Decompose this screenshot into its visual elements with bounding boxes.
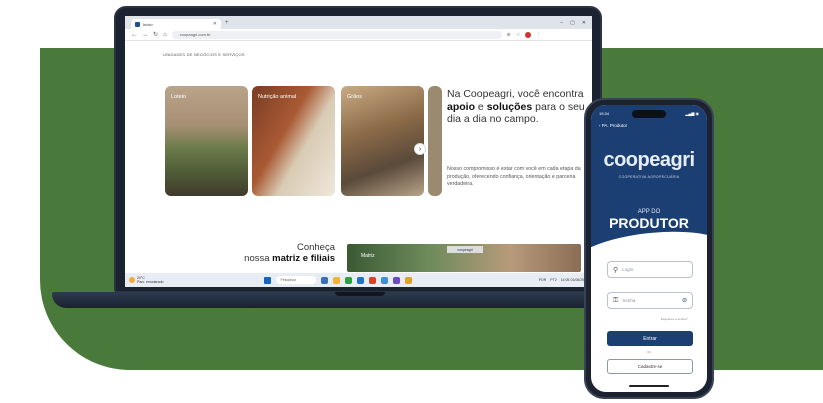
file-explorer-icon[interactable] [333, 276, 341, 284]
profile-avatar[interactable] [525, 31, 532, 38]
card-label: Loteio [171, 94, 186, 100]
key-icon: ⚿ [613, 296, 619, 304]
phone-screen: 15:34 ▂▄▆ ◉ ‹ PA. Produtor coopeagri COO… [591, 105, 707, 392]
card-partial[interactable] [428, 86, 442, 196]
login-field[interactable]: ⚲ Login [607, 261, 693, 278]
carousel-next-icon[interactable]: › [414, 143, 426, 155]
extensions-icon[interactable]: ⊕ [507, 32, 511, 38]
conheca-line2: nossa matriz e filiais [215, 253, 335, 264]
headline-bold-apoio: apoio [447, 100, 475, 113]
forward-icon[interactable]: → [142, 32, 148, 38]
section-label: UNIDADES DE NEGÓCIOS E SERVIÇOS [163, 52, 245, 57]
system-tray: POR PT2 14:05 01/06/2025 [539, 278, 588, 282]
menu-icon[interactable]: ⋮ [536, 32, 541, 38]
card-nutricao-animal[interactable]: Nutrição animal [252, 86, 335, 196]
teams-icon[interactable] [393, 276, 401, 284]
matriz-photo[interactable]: coopeagri Matriz [347, 244, 581, 272]
photo-label: Matriz [361, 253, 375, 259]
maximize-button[interactable]: ▢ [570, 20, 575, 26]
headline-bold-solucoes: soluções [486, 100, 533, 113]
tray-kb[interactable]: PT2 [550, 278, 556, 282]
weather-widget[interactable]: 20°C Parc. ensolarado [129, 276, 163, 284]
password-placeholder: Senha [622, 298, 636, 303]
close-tab-icon[interactable]: ✕ [213, 21, 217, 27]
conheca-prefix: nossa [244, 253, 273, 264]
logo-subtitle: COOPERATIVA AGROPECUÁRIA [618, 175, 680, 179]
phone-status-bar: 15:34 ▂▄▆ ◉ [599, 111, 699, 116]
coopeagri-logo: coopeagri [603, 149, 695, 171]
or-divider: ou [647, 350, 651, 354]
sun-icon [129, 277, 135, 283]
phone: 15:34 ▂▄▆ ◉ ‹ PA. Produtor coopeagri COO… [584, 98, 714, 399]
bookmark-icon[interactable]: ☆ [516, 32, 520, 38]
laptop-notch [335, 292, 385, 296]
minimize-button[interactable]: – [560, 20, 563, 26]
tray-time: 14:05 [560, 278, 570, 282]
headline-text: e [475, 100, 487, 113]
conheca-heading: Conheça nossa matriz e filiais [215, 242, 335, 264]
chrome-icon[interactable] [345, 276, 353, 284]
cadastre-button[interactable]: Cadastre-se [607, 359, 693, 374]
close-window-button[interactable]: ✕ [582, 20, 586, 26]
browser-tab-bar: Início ✕ + – ▢ ✕ [125, 16, 592, 29]
laptop-base [52, 292, 668, 308]
new-tab-button[interactable]: + [225, 20, 229, 26]
edge-icon[interactable] [357, 276, 365, 284]
url-input[interactable]: coopeagri.com.br [171, 30, 502, 39]
photo-sign: coopeagri [447, 246, 483, 253]
card-graos[interactable]: Grãos [341, 86, 424, 196]
phone-back-button[interactable]: ‹ PA. Produtor [599, 123, 627, 128]
tray-lang[interactable]: POR [539, 278, 547, 282]
body-paragraph: Nosso compromisso é estar com você em ca… [447, 166, 581, 187]
login-placeholder: Login [622, 267, 634, 272]
favicon-icon [135, 21, 140, 27]
start-button[interactable] [264, 276, 272, 284]
forgot-password-link[interactable]: Esqueceu a senha? [661, 317, 688, 321]
headline-text: Na Coopeagri, você encontra [447, 88, 584, 100]
browser-tab[interactable]: Início ✕ [131, 19, 221, 29]
hero-banner: Início ✕ + – ▢ ✕ ← → ↻ ⌂ coopeagri.com.b… [0, 0, 823, 403]
headline: Na Coopeagri, você encontra apoio e solu… [447, 88, 587, 126]
back-label: PA. Produtor [601, 123, 628, 128]
entrar-button[interactable]: Entrar [607, 331, 693, 346]
back-icon[interactable]: ← [131, 32, 137, 38]
weather-desc: Parc. ensolarado [137, 280, 164, 284]
laptop: Início ✕ + – ▢ ✕ ← → ↻ ⌂ coopeagri.com.b… [114, 6, 602, 293]
laptop-screen: Início ✕ + – ▢ ✕ ← → ↻ ⌂ coopeagri.com.b… [125, 16, 592, 287]
home-icon[interactable]: ⌂ [163, 32, 167, 38]
user-icon: ⚲ [613, 266, 619, 274]
phone-time: 15:34 [599, 111, 610, 116]
tab-title: Início [143, 21, 153, 27]
produtor-title: PRODUTOR [609, 215, 689, 231]
window-controls: – ▢ ✕ [560, 20, 592, 26]
eye-slash-icon[interactable]: ⊘ [682, 297, 687, 304]
signal-battery-icon: ▂▄▆ ◉ [685, 111, 699, 116]
app-icon[interactable] [369, 276, 377, 284]
card-label: Grãos [347, 94, 362, 100]
taskbar-search[interactable]: Pesquisar [276, 276, 317, 284]
folder-icon[interactable] [405, 276, 413, 284]
weather-text: 20°C Parc. ensolarado [137, 276, 163, 284]
card-label: Nutrição animal [258, 94, 297, 100]
card-loteio[interactable]: Loteio [165, 86, 248, 196]
address-bar-row: ← → ↻ ⌂ coopeagri.com.br ⊕ ☆ ⋮ [125, 29, 592, 41]
home-indicator [629, 385, 669, 387]
taskbar: 20°C Parc. ensolarado Pesquisar POR PT2 [125, 273, 592, 287]
conheca-line1: Conheça [296, 242, 335, 253]
reload-icon[interactable]: ↻ [153, 31, 158, 38]
password-field[interactable]: ⚿ Senha ⊘ [607, 292, 693, 309]
store-icon[interactable] [381, 276, 389, 284]
conheca-bold: matriz e filiais [272, 253, 335, 264]
taskview-icon[interactable] [321, 276, 329, 284]
